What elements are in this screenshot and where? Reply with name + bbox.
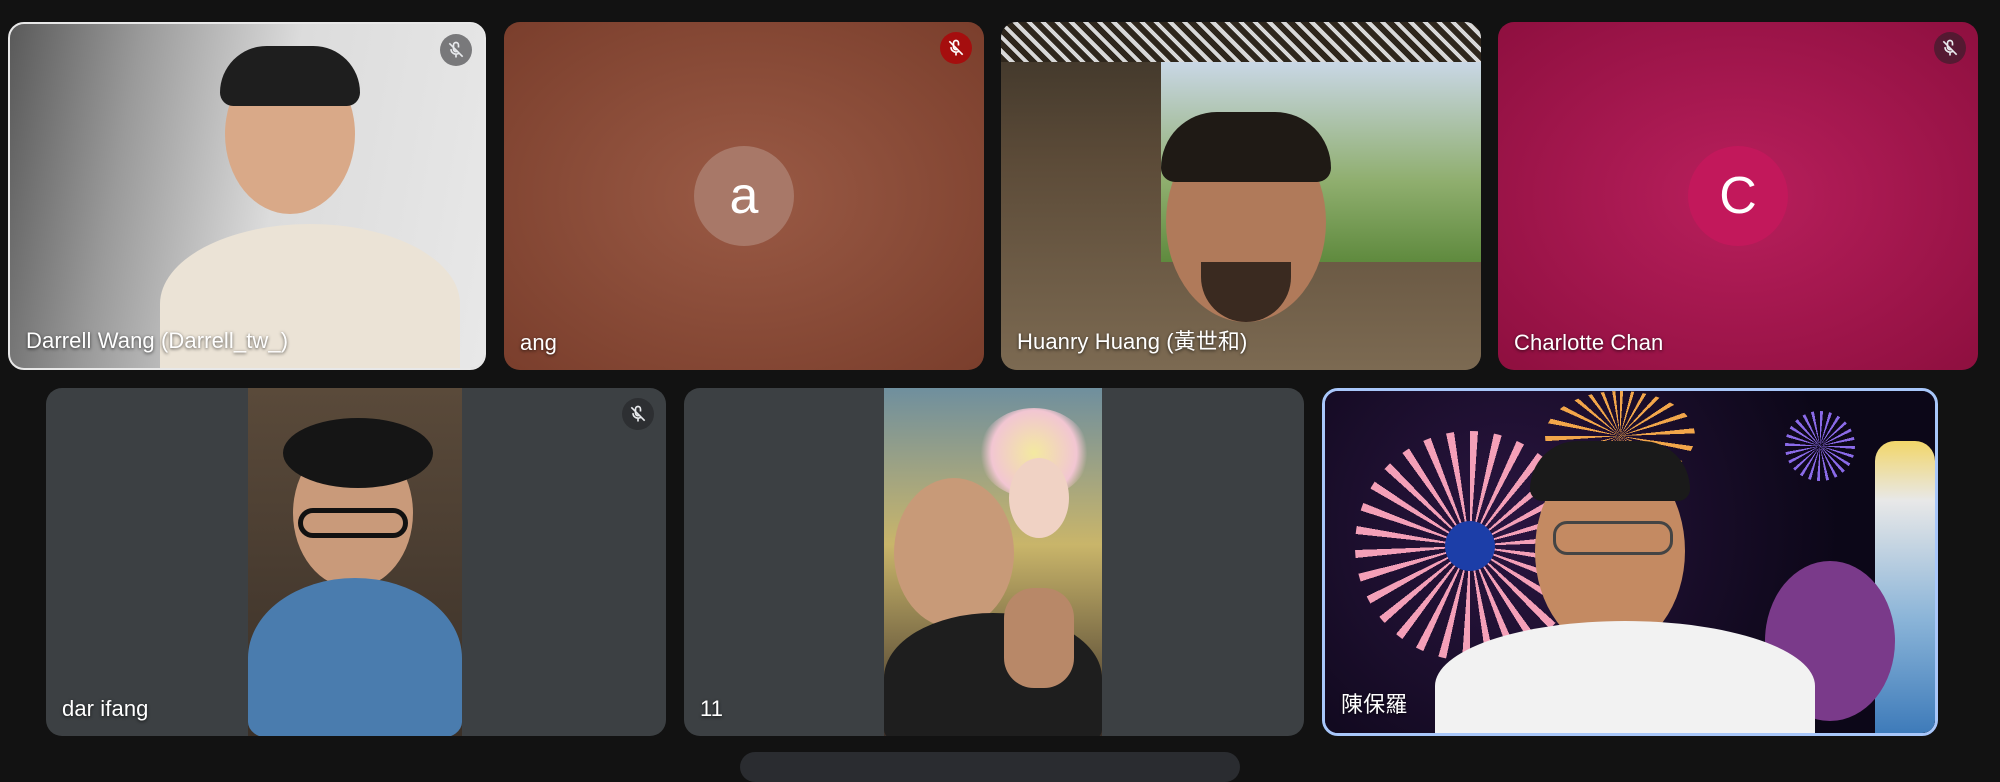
participant-thumb xyxy=(1004,588,1074,688)
mic-off-icon xyxy=(622,398,654,430)
video-feed xyxy=(884,388,1102,736)
participant-name: 陳保羅 xyxy=(1341,692,1408,717)
participant-name: Charlotte Chan xyxy=(1514,330,1664,355)
mic-off-icon xyxy=(440,34,472,66)
participant-face xyxy=(894,478,1014,628)
background-figure-face xyxy=(1009,458,1069,538)
participant-hair xyxy=(1530,441,1690,501)
participant-body xyxy=(248,578,462,736)
video-feed xyxy=(248,388,462,736)
participant-beret xyxy=(283,418,433,488)
participant-tile-darrell[interactable]: Darrell Wang (Darrell_tw_) xyxy=(8,22,486,370)
participant-tile-ang[interactable]: a ang xyxy=(504,22,984,370)
avatar: a xyxy=(694,146,794,246)
mic-off-icon xyxy=(1934,32,1966,64)
participant-tile-charlotte[interactable]: C Charlotte Chan xyxy=(1498,22,1978,370)
lighthouse xyxy=(1875,441,1935,733)
participant-name: 11 xyxy=(700,696,724,721)
participant-name: Darrell Wang (Darrell_tw_) xyxy=(26,328,289,353)
participant-name: ang xyxy=(520,330,558,355)
mic-off-icon xyxy=(940,32,972,64)
firework-center xyxy=(1445,521,1495,571)
participant-tile-active-speaker[interactable]: 陳保羅 xyxy=(1322,388,1938,736)
participant-name: Huanry Huang (黃世和) xyxy=(1017,329,1248,354)
participant-glasses xyxy=(298,508,408,538)
participant-name: dar ifang xyxy=(62,696,149,721)
avatar: C xyxy=(1688,146,1788,246)
participant-hair xyxy=(220,46,360,106)
participant-hair xyxy=(1161,112,1331,182)
participant-tile-huanry[interactable]: Huanry Huang (黃世和) xyxy=(1001,22,1481,370)
background-lattice xyxy=(1001,22,1481,62)
participant-tile-11[interactable]: 11 xyxy=(684,388,1304,736)
control-bar-edge xyxy=(740,752,1240,782)
participant-tile-dar-ifang[interactable]: dar ifang xyxy=(46,388,666,736)
participant-glasses xyxy=(1553,521,1673,555)
firework-purple xyxy=(1785,411,1855,481)
